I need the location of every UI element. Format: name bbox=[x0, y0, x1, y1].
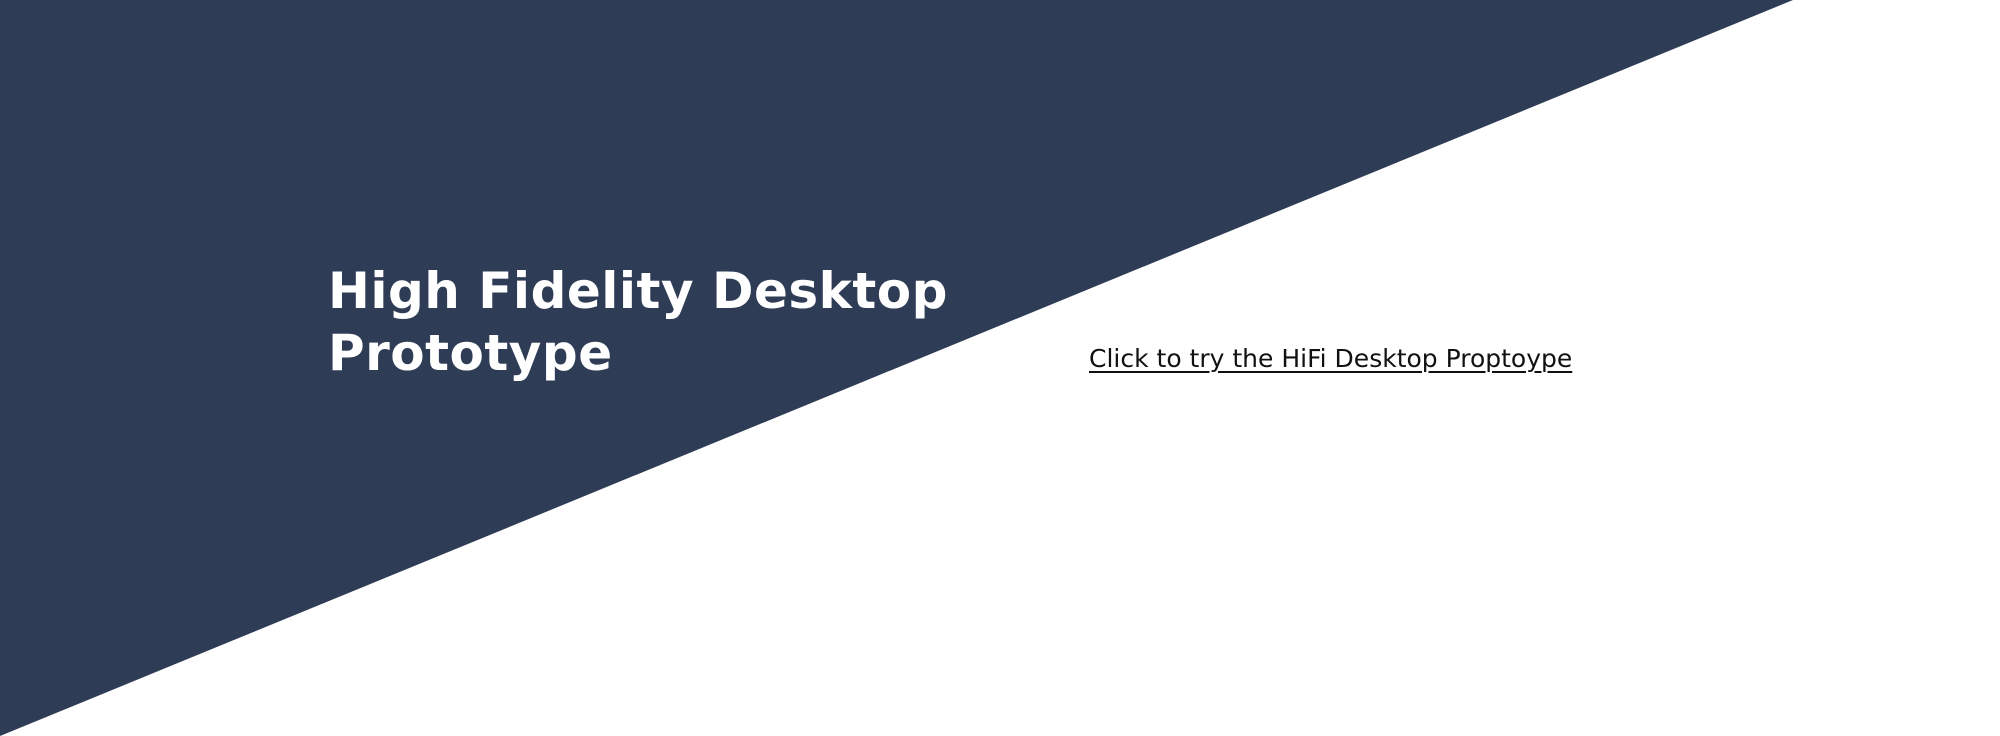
diagonal-background-panel bbox=[0, 0, 1793, 736]
page-title: High Fidelity Desktop Prototype bbox=[328, 262, 948, 382]
page-canvas: High Fidelity Desktop Prototype Click to… bbox=[0, 0, 2000, 736]
prototype-link[interactable]: Click to try the HiFi Desktop Proptoype bbox=[1089, 342, 1572, 376]
